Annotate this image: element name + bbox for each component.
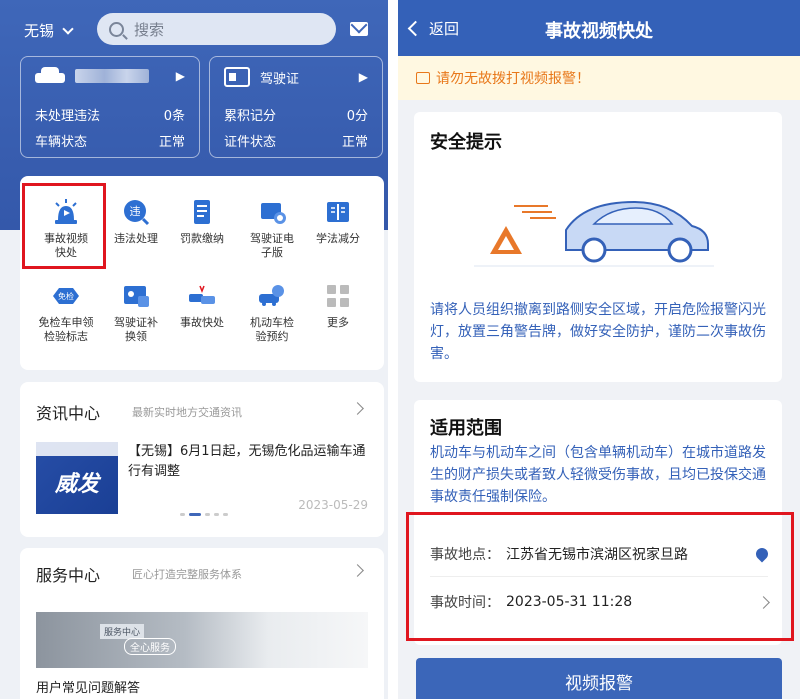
license-card[interactable]: 驾驶证 ▶ 累积记分 0分 证件状态 正常: [209, 56, 383, 158]
mail-icon[interactable]: [350, 22, 368, 36]
violation-icon-text: 违: [130, 205, 141, 218]
news-title: 资讯中心: [36, 404, 101, 423]
service-label: 事故快处: [180, 316, 224, 329]
vehicle-status-value: 正常: [158, 135, 185, 150]
license-status-value: 正常: [341, 135, 368, 150]
service-center-subtitle: 匠心打造完整服务体系: [132, 568, 242, 581]
service-banner-slogan: 全心服务: [124, 638, 176, 655]
video-report-button[interactable]: 视频报警: [416, 658, 782, 699]
car-booking-icon: [257, 282, 287, 310]
vehicle-card[interactable]: ▶ 未处理违法 0条 车辆状态 正常: [20, 56, 200, 158]
service-banner-tag: 服务中心: [100, 624, 145, 639]
service-center-title: 服务中心: [36, 566, 101, 585]
plate-number-blurred: [75, 69, 149, 83]
news-thumbnail[interactable]: 威发: [36, 442, 118, 514]
notice-text: 请勿无故拨打视频报警！: [436, 71, 590, 87]
license-icon: [224, 67, 250, 87]
scope-heading: 适用范围: [430, 418, 502, 439]
search-bar[interactable]: 搜索: [97, 13, 336, 45]
points-value: 0分: [346, 109, 368, 124]
service-e-license[interactable]: 驾驶证电子版: [236, 198, 308, 260]
car-icon: [35, 67, 65, 85]
grid-more-icon: [323, 282, 353, 310]
service-exempt-inspection[interactable]: 免检 免检车申领检验标志: [30, 282, 102, 344]
safety-text: 请将人员组织撤离到路侧安全区域，开启危险报警闪光灯，放置三角警告牌，做好安全防护…: [430, 302, 766, 362]
news-thumbnail-text: 威发: [54, 472, 99, 497]
service-label: 免检车申领检验标志: [38, 316, 94, 343]
news-date: 2023-05-29: [298, 498, 368, 512]
service-inspection-booking[interactable]: 机动车检验预约: [236, 282, 308, 344]
service-banner-image[interactable]: 服务中心 全心服务: [36, 612, 368, 668]
service-label: 驾驶证补换领: [114, 316, 158, 343]
news-headline[interactable]: 【无锡】6月1日起，无锡危化品运输车通行有调整: [128, 442, 366, 482]
arrow-right-icon: ▶: [358, 70, 368, 84]
chevron-right-icon[interactable]: [351, 564, 364, 577]
service-center-section[interactable]: 服务中心 匠心打造完整服务体系 服务中心 全心服务 用户常见问题解答: [20, 548, 384, 699]
search-placeholder: 搜索: [134, 20, 165, 39]
service-violation[interactable]: 违 违法处理: [100, 198, 172, 246]
exempt-badge-icon: 免检: [51, 282, 81, 310]
warning-notice: 请勿无故拨打视频报警！: [398, 56, 800, 100]
points-label: 累积记分: [224, 109, 277, 124]
service-label: 机动车检验预约: [250, 316, 294, 343]
nav-bar: 返回 事故视频快处: [398, 0, 800, 56]
service-fine-payment[interactable]: 罚款缴纳: [166, 198, 238, 246]
service-license-replace[interactable]: 驾驶证补换领: [100, 282, 172, 344]
crash-cars-icon: [187, 282, 217, 310]
service-quick-accident[interactable]: 事故快处: [166, 282, 238, 330]
service-label: 驾驶证电子版: [250, 232, 294, 259]
license-title: 驾驶证: [260, 71, 300, 87]
service-label: 罚款缴纳: [180, 232, 224, 245]
exempt-icon-text: 免检: [58, 291, 74, 301]
carousel-dots: [180, 513, 228, 516]
city-label: 无锡: [24, 22, 55, 40]
chevron-right-icon[interactable]: [351, 402, 364, 415]
chevron-down-icon: [62, 22, 74, 35]
receipt-icon: [187, 198, 217, 226]
page-title: 事故视频快处: [545, 21, 653, 42]
home-screen: 无锡 搜索 ▶ 未处理违法 0条 车辆状态 正常 驾驶证 ▶ 累积记分 0分 证…: [0, 0, 388, 699]
faq-caption[interactable]: 用户常见问题解答: [36, 677, 140, 696]
service-label: 学法减分: [316, 232, 360, 245]
safety-heading: 安全提示: [430, 132, 502, 153]
car-illustration: [474, 200, 714, 267]
speaker-icon: [416, 72, 430, 84]
vehicle-status-label: 车辆状态: [35, 135, 88, 150]
service-label: 更多: [327, 316, 349, 329]
book-icon: [323, 198, 353, 226]
highlight-box: [406, 512, 794, 641]
news-section[interactable]: 资讯中心 最新实时地方交通资讯 威发 【无锡】6月1日起，无锡危化品运输车通行有…: [20, 382, 384, 537]
service-study-deduct[interactable]: 学法减分: [302, 198, 374, 246]
accident-video-screen: 返回 事故视频快处 请勿无故拨打视频报警！ 安全提示 请将人员组织撤离到路侧安全…: [398, 0, 800, 699]
city-selector[interactable]: 无锡: [24, 20, 74, 41]
service-label: 违法处理: [114, 232, 158, 245]
panel-divider: [388, 0, 398, 699]
news-subtitle: 最新实时地方交通资讯: [132, 406, 242, 419]
service-more[interactable]: 更多: [302, 282, 374, 330]
license-replace-icon: [121, 282, 151, 310]
search-icon: [109, 21, 124, 37]
highlight-box: [22, 183, 106, 269]
violations-value: 0条: [163, 109, 185, 124]
scope-text: 机动车与机动车之间（包含单辆机动车）在城市道路发生的财产损失或者致人轻微受伤事故…: [430, 445, 766, 505]
arrow-right-icon: ▶: [175, 69, 185, 83]
e-license-icon: [257, 198, 287, 226]
safety-card: 安全提示 请将人员组织撤离到路侧安全区域，开启危险报警闪光灯，放置三角警告牌，做…: [414, 112, 782, 382]
violations-label: 未处理违法: [35, 109, 101, 124]
license-status-label: 证件状态: [224, 135, 277, 150]
violation-icon: 违: [121, 198, 151, 226]
